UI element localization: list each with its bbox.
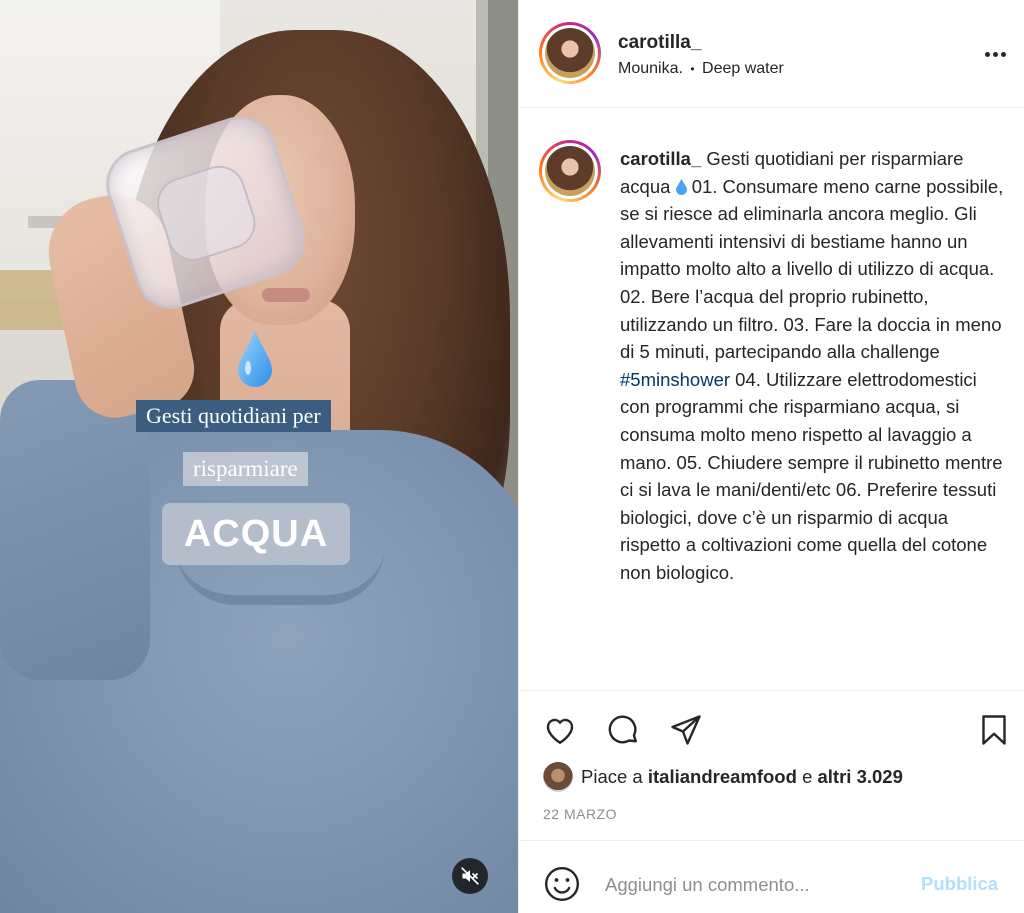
- publish-button[interactable]: Pubblica: [921, 873, 998, 895]
- person-arm: [0, 380, 150, 680]
- heart-icon: [546, 718, 574, 745]
- post-side-panel: carotilla_ Mounika. • Deep water carotil…: [518, 0, 1024, 913]
- comment-button[interactable]: [604, 711, 642, 749]
- post-date[interactable]: 22 MARZO: [543, 806, 617, 822]
- post-username[interactable]: carotilla_: [618, 32, 701, 54]
- caption-avatar[interactable]: [539, 140, 601, 202]
- comment-icon: [608, 715, 637, 744]
- likes-summary: Piace a italiandreamfood e altri 3.029: [543, 761, 903, 793]
- overlay-text-line1: Gesti quotidiani per: [136, 400, 331, 432]
- caption-text: carotilla_ Gesti quotidiani per risparmi…: [620, 145, 1010, 587]
- save-button[interactable]: [975, 711, 1013, 749]
- likes-count-link[interactable]: altri 3.029: [818, 766, 903, 788]
- liker-avatar[interactable]: [543, 762, 573, 792]
- mute-toggle-button[interactable]: [452, 858, 488, 894]
- more-options-button[interactable]: [985, 46, 1013, 62]
- share-button[interactable]: [667, 711, 705, 749]
- smiley-icon[interactable]: [543, 865, 581, 903]
- add-comment-bar: Pubblica: [519, 840, 1024, 913]
- caption-username[interactable]: carotilla_: [620, 148, 701, 169]
- caption-part3: 04. Utilizzare elettrodomestici con prog…: [620, 368, 1003, 583]
- comment-input[interactable]: [605, 871, 905, 899]
- more-horizontal-icon: [985, 51, 990, 57]
- caption-part2: 01. Consumare meno carne possibile, se s…: [620, 175, 1004, 363]
- audio-artist-link[interactable]: Mounika.: [618, 60, 683, 77]
- hashtag-link[interactable]: #5minshower: [620, 369, 730, 390]
- audio-info: Mounika. • Deep water: [618, 60, 784, 78]
- audio-track-link[interactable]: Deep water: [702, 60, 784, 77]
- water-drop-emoji-icon: [675, 178, 687, 195]
- speaker-muted-icon: [461, 867, 479, 885]
- likes-conj: e: [802, 766, 813, 787]
- overlay-text-line2: risparmiare: [183, 452, 308, 486]
- person-lips: [262, 288, 310, 302]
- paper-plane-icon: [671, 715, 701, 745]
- post-header: carotilla_ Mounika. • Deep water: [519, 0, 1024, 108]
- water-drop-sticker-icon: [238, 330, 272, 387]
- overlay-text-title: ACQUA: [162, 503, 350, 565]
- post-actions: Piace a italiandreamfood e altri 3.029 2…: [519, 690, 1024, 840]
- bookmark-icon: [982, 715, 1006, 745]
- audio-separator: •: [690, 62, 695, 76]
- likes-prefix: Piace a: [581, 766, 643, 787]
- like-button[interactable]: [541, 711, 579, 749]
- post-media-video[interactable]: Gesti quotidiani per risparmiare ACQUA: [0, 0, 518, 913]
- avatar[interactable]: [539, 22, 601, 84]
- liker-username[interactable]: italiandreamfood: [648, 766, 797, 788]
